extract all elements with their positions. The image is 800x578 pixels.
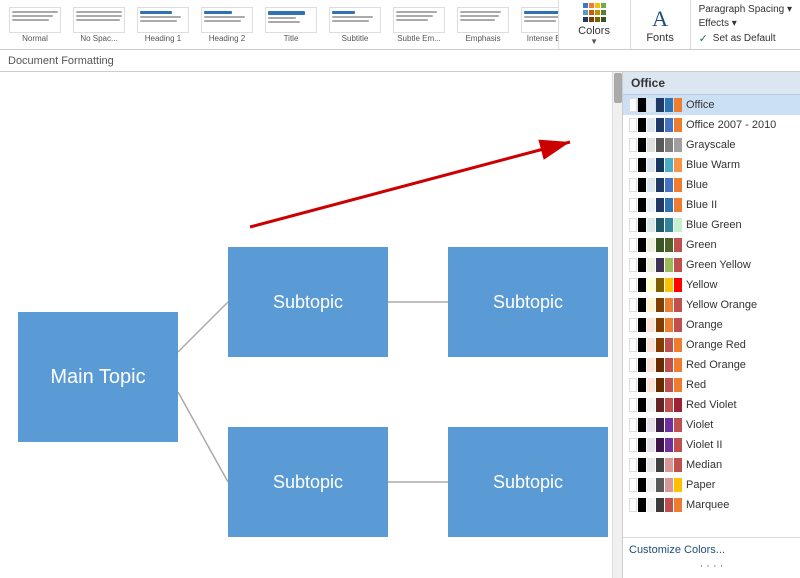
- theme-name-label: Median: [686, 459, 722, 471]
- style-item-nospace[interactable]: No Spac...: [68, 4, 130, 46]
- theme-name-label: Red: [686, 379, 706, 391]
- theme-name-label: Blue II: [686, 199, 717, 211]
- effects-label: Effects ▾: [699, 18, 737, 29]
- theme-item[interactable]: Orange Red: [623, 335, 800, 355]
- style-item-heading2[interactable]: Heading 2: [196, 4, 258, 46]
- theme-item[interactable]: Office: [623, 95, 800, 115]
- main-area: Main Topic Subtopic Subtopic Subtopic Su…: [0, 72, 800, 578]
- theme-item[interactable]: Yellow Orange: [623, 295, 800, 315]
- theme-name-label: Office 2007 - 2010: [686, 119, 776, 131]
- theme-item[interactable]: Green Yellow: [623, 255, 800, 275]
- doc-format-label: Document Formatting: [8, 55, 114, 67]
- theme-item[interactable]: Green: [623, 235, 800, 255]
- style-item-intense[interactable]: Intense E...: [516, 4, 559, 46]
- colors-chevron-icon: ▼: [590, 37, 598, 46]
- style-item-normal[interactable]: Normal: [4, 4, 66, 46]
- theme-name-label: Blue: [686, 179, 708, 191]
- theme-item[interactable]: Median: [623, 455, 800, 475]
- theme-name-label: Green: [686, 239, 717, 251]
- main-topic-box: Main Topic: [18, 312, 178, 442]
- subtopic-box-3: Subtopic: [228, 427, 388, 537]
- set-default-label: Set as Default: [713, 33, 776, 44]
- style-item-subtle[interactable]: Subtle Em...: [388, 4, 450, 46]
- theme-name-label: Yellow: [686, 279, 717, 291]
- theme-name-label: Blue Green: [686, 219, 742, 231]
- ribbon: NormalNo Spac...Heading 1Heading 2TitleS…: [0, 0, 800, 50]
- theme-name-label: Green Yellow: [686, 259, 751, 271]
- theme-item[interactable]: Yellow: [623, 275, 800, 295]
- more-label: · · · ·: [629, 558, 794, 574]
- theme-name-label: Grayscale: [686, 139, 736, 151]
- theme-item[interactable]: Violet: [623, 415, 800, 435]
- subtopic-4-label: Subtopic: [493, 472, 563, 493]
- fonts-icon: A: [652, 6, 668, 32]
- scrollbar-thumb[interactable]: [614, 73, 622, 103]
- themes-list[interactable]: Office Office 2007 - 2010 Grayscale Blue Wa…: [623, 95, 800, 537]
- theme-item[interactable]: Grayscale: [623, 135, 800, 155]
- theme-item[interactable]: Red Violet: [623, 395, 800, 415]
- scrollbar-track[interactable]: [612, 72, 622, 578]
- theme-item[interactable]: Blue Warm: [623, 155, 800, 175]
- subtopic-1-label: Subtopic: [273, 292, 343, 313]
- colors-label: Colors: [578, 25, 610, 37]
- theme-name-label: Violet: [686, 419, 713, 431]
- checkmark-icon: ✓: [699, 32, 708, 45]
- theme-name-label: Violet II: [686, 439, 723, 451]
- dropdown-header-label: Office: [631, 76, 665, 90]
- style-item-subtitle[interactable]: Subtitle: [324, 4, 386, 46]
- theme-name-label: Marquee: [686, 499, 729, 511]
- subtopic-box-1: Subtopic: [228, 247, 388, 357]
- customize-colors-button[interactable]: Customize Colors...: [629, 542, 794, 558]
- fonts-label: Fonts: [646, 32, 674, 44]
- dropdown-footer: Customize Colors... · · · ·: [623, 537, 800, 578]
- ribbon-options: Paragraph Spacing ▾ Effects ▾ ✓ Set as D…: [691, 0, 800, 49]
- style-item-heading1[interactable]: Heading 1: [132, 4, 194, 46]
- set-default-button[interactable]: ✓ Set as Default: [699, 32, 792, 45]
- subtopic-box-4: Subtopic: [448, 427, 608, 537]
- theme-item[interactable]: Red Orange: [623, 355, 800, 375]
- theme-item[interactable]: Paper: [623, 475, 800, 495]
- main-topic-label: Main Topic: [50, 366, 145, 389]
- theme-name-label: Office: [686, 99, 715, 111]
- doc-format-bar: Document Formatting: [0, 50, 800, 72]
- theme-item[interactable]: Marquee: [623, 495, 800, 515]
- theme-item[interactable]: Violet II: [623, 435, 800, 455]
- effects-button[interactable]: Effects ▾: [699, 18, 792, 29]
- subtopic-3-label: Subtopic: [273, 472, 343, 493]
- theme-item[interactable]: Orange: [623, 315, 800, 335]
- arrow-annotation: [220, 127, 600, 247]
- theme-name-label: Blue Warm: [686, 159, 740, 171]
- theme-item[interactable]: Red: [623, 375, 800, 395]
- colors-icon: [578, 3, 610, 23]
- fonts-button[interactable]: A Fonts: [631, 0, 691, 49]
- subtopic-2-label: Subtopic: [493, 292, 563, 313]
- theme-name-label: Orange: [686, 319, 723, 331]
- theme-item[interactable]: Blue: [623, 175, 800, 195]
- colors-dropdown-panel: Office Office Office 2007 - 2010 Grayscale…: [622, 72, 800, 578]
- subtopic-box-2: Subtopic: [448, 247, 608, 357]
- styles-gallery: NormalNo Spac...Heading 1Heading 2TitleS…: [0, 0, 559, 49]
- theme-item[interactable]: Office 2007 - 2010: [623, 115, 800, 135]
- theme-name-label: Red Violet: [686, 399, 737, 411]
- theme-name-label: Yellow Orange: [686, 299, 757, 311]
- colors-button[interactable]: Colors ▼: [559, 0, 631, 49]
- theme-name-label: Orange Red: [686, 339, 746, 351]
- paragraph-spacing-label: Paragraph Spacing ▾: [699, 4, 792, 15]
- dropdown-header: Office: [623, 72, 800, 95]
- theme-item[interactable]: Blue II: [623, 195, 800, 215]
- style-item-emphasis[interactable]: Emphasis: [452, 4, 514, 46]
- paragraph-spacing-button[interactable]: Paragraph Spacing ▾: [699, 4, 792, 15]
- theme-item[interactable]: Blue Green: [623, 215, 800, 235]
- theme-name-label: Red Orange: [686, 359, 746, 371]
- theme-name-label: Paper: [686, 479, 715, 491]
- style-item-title[interactable]: Title: [260, 4, 322, 46]
